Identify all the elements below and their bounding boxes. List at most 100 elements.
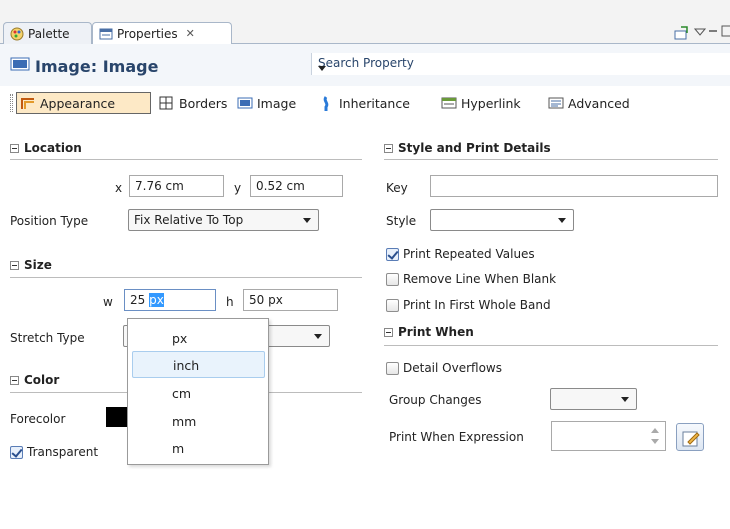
section-style-print-title: Style and Print Details bbox=[398, 141, 551, 155]
close-icon[interactable]: ✕ bbox=[186, 27, 195, 40]
page-title-text: Image: Image bbox=[35, 56, 159, 76]
w-field[interactable]: 25 px bbox=[124, 289, 216, 311]
chevron-down-icon bbox=[558, 218, 566, 223]
section-color-header[interactable]: Color bbox=[10, 373, 59, 387]
search-property-combo[interactable]: Search Property bbox=[311, 53, 730, 75]
maximize-icon[interactable] bbox=[721, 25, 730, 40]
section-color-title: Color bbox=[24, 373, 60, 387]
detail-overflows-label: Detail Overflows bbox=[403, 361, 502, 375]
detail-overflows-checkbox[interactable]: Detail Overflows bbox=[386, 361, 502, 375]
print-repeated-values-checkbox[interactable]: Print Repeated Values bbox=[386, 247, 535, 261]
h-label: h bbox=[226, 295, 234, 309]
unit-option-mm[interactable]: mm bbox=[132, 408, 265, 435]
page-title: Image: Image bbox=[10, 56, 158, 76]
collapse-icon bbox=[10, 143, 19, 153]
unit-option-inch[interactable]: inch bbox=[132, 351, 265, 378]
unit-option-cm[interactable]: cm bbox=[132, 380, 265, 407]
tab-properties-label: Properties bbox=[117, 26, 178, 41]
section-divider bbox=[384, 159, 718, 160]
collapse-icon bbox=[384, 143, 393, 153]
checkbox-icon bbox=[386, 272, 399, 286]
w-unit-selection: px bbox=[149, 293, 164, 307]
unit-option-m[interactable]: m bbox=[132, 435, 265, 462]
tab-borders[interactable]: Borders bbox=[156, 92, 232, 114]
style-select[interactable] bbox=[430, 209, 574, 231]
palette-icon bbox=[10, 27, 24, 41]
section-print-when-title: Print When bbox=[398, 325, 474, 339]
position-type-value: Fix Relative To Top bbox=[134, 213, 244, 227]
key-field[interactable] bbox=[430, 175, 718, 197]
y-field[interactable]: 0.52 cm bbox=[250, 175, 343, 197]
image-icon bbox=[10, 56, 30, 76]
collapse-icon bbox=[10, 375, 19, 385]
view-menu-icon[interactable] bbox=[693, 26, 707, 40]
advanced-icon bbox=[548, 96, 564, 110]
w-number: 25 bbox=[130, 293, 150, 307]
print-when-expression-label: Print When Expression bbox=[389, 430, 524, 444]
tab-properties[interactable]: Properties ✕ bbox=[92, 22, 232, 44]
edit-expression-button[interactable] bbox=[676, 423, 704, 451]
section-divider bbox=[384, 345, 718, 346]
inheritance-icon bbox=[319, 96, 335, 111]
stretch-type-label: Stretch Type bbox=[10, 331, 85, 345]
style-label: Style bbox=[386, 214, 417, 228]
h-field[interactable]: 50 px bbox=[243, 289, 338, 311]
print-first-whole-band-label: Print In First Whole Band bbox=[403, 298, 551, 312]
group-changes-label: Group Changes bbox=[389, 393, 482, 407]
properties-icon bbox=[99, 27, 113, 41]
print-repeated-values-label: Print Repeated Values bbox=[403, 247, 535, 261]
y-label: y bbox=[234, 181, 242, 195]
tab-appearance-label: Appearance bbox=[40, 95, 116, 111]
spinner-icon[interactable] bbox=[649, 425, 661, 450]
tab-advanced-label: Advanced bbox=[568, 95, 630, 111]
forecolor-swatch[interactable] bbox=[106, 407, 128, 427]
section-size-title: Size bbox=[24, 258, 52, 272]
section-location-header[interactable]: Location bbox=[10, 141, 82, 155]
tab-image[interactable]: Image bbox=[234, 92, 314, 114]
tab-appearance[interactable]: Appearance bbox=[16, 92, 151, 114]
tab-palette[interactable]: Palette bbox=[3, 22, 92, 44]
chevron-down-icon bbox=[303, 218, 311, 223]
section-location-title: Location bbox=[24, 141, 82, 155]
remove-line-when-blank-label: Remove Line When Blank bbox=[403, 272, 557, 286]
hyperlink-icon bbox=[441, 96, 457, 110]
position-type-select[interactable]: Fix Relative To Top bbox=[128, 209, 319, 231]
section-divider bbox=[10, 159, 362, 160]
checkbox-checked-icon bbox=[10, 445, 23, 459]
pin-icon[interactable] bbox=[673, 26, 689, 43]
tab-borders-label: Borders bbox=[179, 95, 228, 111]
unit-option-px[interactable]: px bbox=[132, 325, 265, 352]
appearance-icon bbox=[20, 96, 36, 110]
section-print-when-header[interactable]: Print When bbox=[384, 325, 474, 339]
position-type-label: Position Type bbox=[10, 214, 89, 228]
w-label: w bbox=[103, 295, 113, 309]
section-divider bbox=[10, 277, 362, 278]
key-label: Key bbox=[386, 181, 408, 195]
collapse-icon bbox=[384, 327, 393, 337]
tab-image-label: Image bbox=[257, 95, 297, 111]
section-size-header[interactable]: Size bbox=[10, 258, 52, 272]
group-changes-select[interactable] bbox=[550, 388, 637, 410]
chevron-down-icon bbox=[621, 397, 629, 402]
forecolor-label: Forecolor bbox=[10, 412, 66, 426]
print-first-whole-band-checkbox[interactable]: Print In First Whole Band bbox=[386, 298, 551, 312]
tab-inheritance[interactable]: Inheritance bbox=[316, 92, 434, 114]
chevron-down-icon bbox=[318, 61, 724, 75]
chevron-down-icon bbox=[314, 334, 322, 339]
section-style-print-header[interactable]: Style and Print Details bbox=[384, 141, 551, 155]
borders-icon bbox=[159, 96, 175, 110]
minimize-icon[interactable] bbox=[708, 26, 718, 40]
checkbox-icon bbox=[386, 298, 399, 312]
image-icon bbox=[237, 96, 253, 110]
tab-advanced[interactable]: Advanced bbox=[545, 92, 645, 114]
checkbox-checked-icon bbox=[386, 247, 399, 261]
x-label: x bbox=[115, 181, 123, 195]
remove-line-when-blank-checkbox[interactable]: Remove Line When Blank bbox=[386, 272, 556, 286]
transparent-label: Transparent bbox=[27, 445, 99, 459]
tab-hyperlink[interactable]: Hyperlink bbox=[438, 92, 540, 114]
tab-inheritance-label: Inheritance bbox=[339, 95, 410, 111]
x-field[interactable]: 7.76 cm bbox=[129, 175, 224, 197]
transparent-checkbox[interactable]: Transparent bbox=[10, 445, 98, 459]
pencil-icon bbox=[682, 429, 700, 450]
collapse-icon bbox=[10, 260, 19, 270]
